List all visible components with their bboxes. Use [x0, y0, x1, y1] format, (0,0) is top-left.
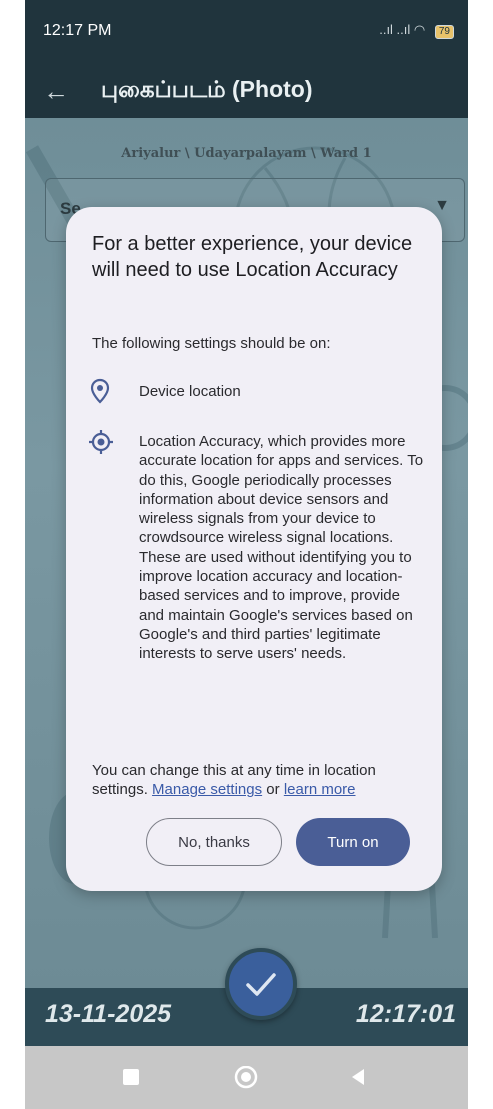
- back-icon[interactable]: [347, 1066, 369, 1088]
- location-accuracy-item: Location Accuracy, which provides more a…: [139, 433, 424, 663]
- dialog-title: For a better experience, your device wil…: [92, 233, 413, 281]
- dialog-subtitle: The following settings should be on:: [92, 335, 331, 352]
- no-thanks-button[interactable]: No, thanks: [146, 818, 282, 866]
- recents-icon[interactable]: [120, 1066, 142, 1088]
- learn-more-link[interactable]: learn more: [284, 781, 356, 798]
- system-nav-bar: [25, 1046, 468, 1109]
- device-location-item: Device location: [139, 383, 241, 400]
- manage-settings-link[interactable]: Manage settings: [152, 781, 262, 798]
- location-pin-icon: [90, 378, 110, 404]
- location-accuracy-dialog: For a better experience, your device wil…: [66, 207, 442, 891]
- gps-target-icon: [89, 430, 113, 454]
- home-icon[interactable]: [233, 1066, 259, 1092]
- turn-on-button[interactable]: Turn on: [296, 818, 410, 866]
- dialog-footer: You can change this at any time in locat…: [92, 761, 427, 800]
- footer-or: or: [266, 781, 280, 799]
